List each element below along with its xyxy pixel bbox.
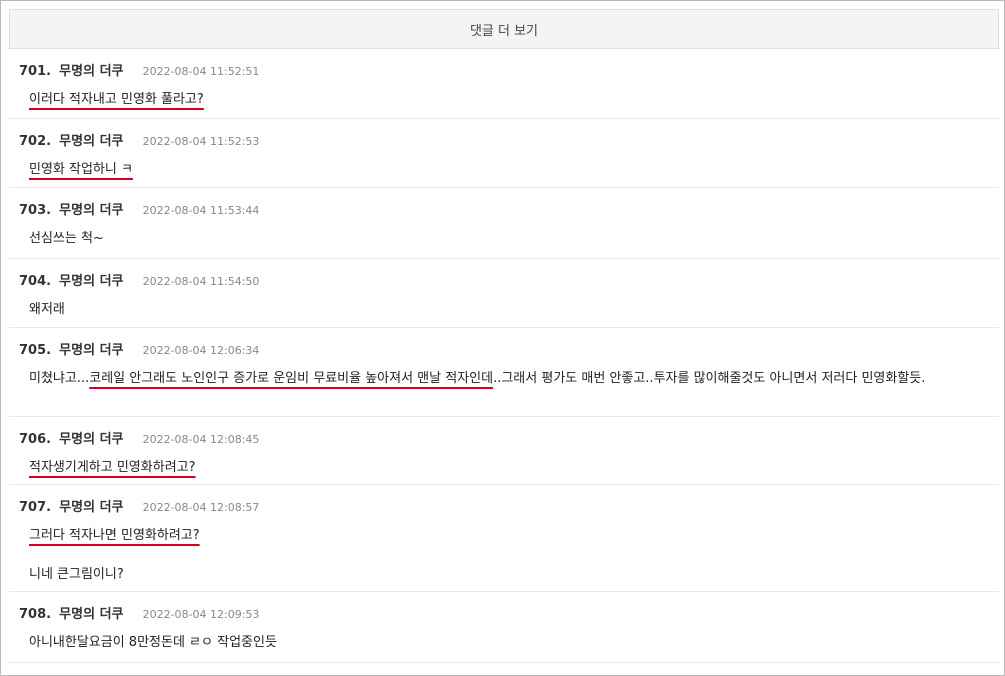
comment-date: 2022-08-04 11:52:53 [142,135,260,148]
comment-author[interactable]: 무명의 더쿠 [59,607,123,622]
comment-meta: 705. 무명의 더쿠 2022-08-04 12:06:34 [19,341,260,358]
comment-list: 701. 무명의 더쿠 2022-08-04 11:52:51 이러다 적자내고… [9,49,999,663]
comment-author[interactable]: 무명의 더쿠 [59,500,123,515]
comment-author[interactable]: 무명의 더쿠 [59,274,123,289]
comment-meta: 704. 무명의 더쿠 2022-08-04 11:54:50 [19,272,260,289]
comment-paragraph: 왜저래 [29,299,984,320]
comment-paragraph: 미쳤냐고...코레일 안그래도 노인인구 증가로 운임비 무료비율 높아져서 맨… [29,368,984,389]
comment-number: 707. [19,500,52,515]
comment-paragraph: 그러다 적자나면 민영화하려고? [29,525,984,546]
comment-number: 703. [19,203,52,218]
highlighted-text: 이러다 적자내고 민영화 풀라고? [29,92,204,107]
comment-author[interactable]: 무명의 더쿠 [59,64,123,79]
highlighted-text: 그러다 적자나면 민영화하려고? [29,528,200,543]
comment-text: 왜저래 [29,302,65,317]
comment-item: 705. 무명의 더쿠 2022-08-04 12:06:34 미쳤냐고...코… [9,328,999,417]
comment-author[interactable]: 무명의 더쿠 [59,432,123,447]
comment-date: 2022-08-04 12:08:57 [142,501,260,514]
comment-text: 미쳤냐고... [29,371,90,386]
comment-text: 선심쓰는 척~ [29,231,104,246]
comment-meta: 701. 무명의 더쿠 2022-08-04 11:52:51 [19,62,260,79]
comment-paragraph: 적자생기게하고 민영화하려고? [29,457,984,478]
comment-date: 2022-08-04 12:09:53 [142,608,260,621]
comment-text: ..그래서 평가도 매번 안좋고..투자를 많이해줄것도 아니면서 저러다 민영… [493,371,926,386]
comment-meta: 707. 무명의 더쿠 2022-08-04 12:08:57 [19,498,260,515]
comment-meta: 702. 무명의 더쿠 2022-08-04 11:52:53 [19,132,260,149]
comment-body: 미쳤냐고...코레일 안그래도 노인인구 증가로 운임비 무료비율 높아져서 맨… [29,368,984,389]
comment-number: 705. [19,343,52,358]
comment-body: 선심쓰는 척~ [29,228,984,249]
comment-body: 아니내한달요금이 8만정돈데 ㄹㅇ 작업중인듯 [29,632,984,653]
comment-number: 706. [19,432,52,447]
comment-paragraph: 아니내한달요금이 8만정돈데 ㄹㅇ 작업중인듯 [29,632,984,653]
comment-meta: 708. 무명의 더쿠 2022-08-04 12:09:53 [19,605,260,622]
comment-number: 702. [19,134,52,149]
comment-panel: 댓글 더 보기 701. 무명의 더쿠 2022-08-04 11:52:51 … [0,0,1005,676]
load-more-comments-button[interactable]: 댓글 더 보기 [9,9,999,49]
comment-meta: 703. 무명의 더쿠 2022-08-04 11:53:44 [19,201,260,218]
comment-item: 707. 무명의 더쿠 2022-08-04 12:08:57 그러다 적자나면… [9,485,999,592]
comment-date: 2022-08-04 11:52:51 [142,65,260,78]
comment-paragraph: 선심쓰는 척~ [29,228,984,249]
comment-author[interactable]: 무명의 더쿠 [59,203,123,218]
comment-text: 니네 큰그림이니? [29,567,124,582]
comment-paragraph: 니네 큰그림이니? [29,564,984,585]
comment-item: 702. 무명의 더쿠 2022-08-04 11:52:53 민영화 작업하니… [9,119,999,188]
comment-item: 703. 무명의 더쿠 2022-08-04 11:53:44 선심쓰는 척~ [9,188,999,259]
comment-date: 2022-08-04 12:08:45 [142,433,260,446]
comment-body: 그러다 적자나면 민영화하려고? 니네 큰그림이니? [29,525,984,585]
highlighted-text: 적자생기게하고 민영화하려고? [29,460,196,475]
comment-date: 2022-08-04 11:54:50 [142,275,260,288]
comment-author[interactable]: 무명의 더쿠 [59,134,123,149]
comment-number: 708. [19,607,52,622]
comment-item: 701. 무명의 더쿠 2022-08-04 11:52:51 이러다 적자내고… [9,49,999,119]
comment-date: 2022-08-04 12:06:34 [142,344,260,357]
comment-date: 2022-08-04 11:53:44 [142,204,260,217]
highlighted-text: 민영화 작업하니 ㅋ [29,162,133,177]
comment-body: 민영화 작업하니 ㅋ [29,159,984,180]
comment-body: 적자생기게하고 민영화하려고? [29,457,984,478]
comment-number: 701. [19,64,52,79]
highlighted-text: 코레일 안그래도 노인인구 증가로 운임비 무료비율 높아져서 맨날 적자인데 [89,371,494,386]
comment-body: 왜저래 [29,299,984,320]
comment-body: 이러다 적자내고 민영화 풀라고? [29,89,984,110]
comment-meta: 706. 무명의 더쿠 2022-08-04 12:08:45 [19,430,260,447]
comment-text: 아니내한달요금이 8만정돈데 ㄹㅇ 작업중인듯 [29,635,277,650]
comment-author[interactable]: 무명의 더쿠 [59,343,123,358]
comment-number: 704. [19,274,52,289]
comment-item: 704. 무명의 더쿠 2022-08-04 11:54:50 왜저래 [9,259,999,328]
comment-paragraph: 이러다 적자내고 민영화 풀라고? [29,89,984,110]
comment-item: 708. 무명의 더쿠 2022-08-04 12:09:53 아니내한달요금이… [9,592,999,663]
comment-paragraph: 민영화 작업하니 ㅋ [29,159,984,180]
comment-item: 706. 무명의 더쿠 2022-08-04 12:08:45 적자생기게하고 … [9,417,999,485]
